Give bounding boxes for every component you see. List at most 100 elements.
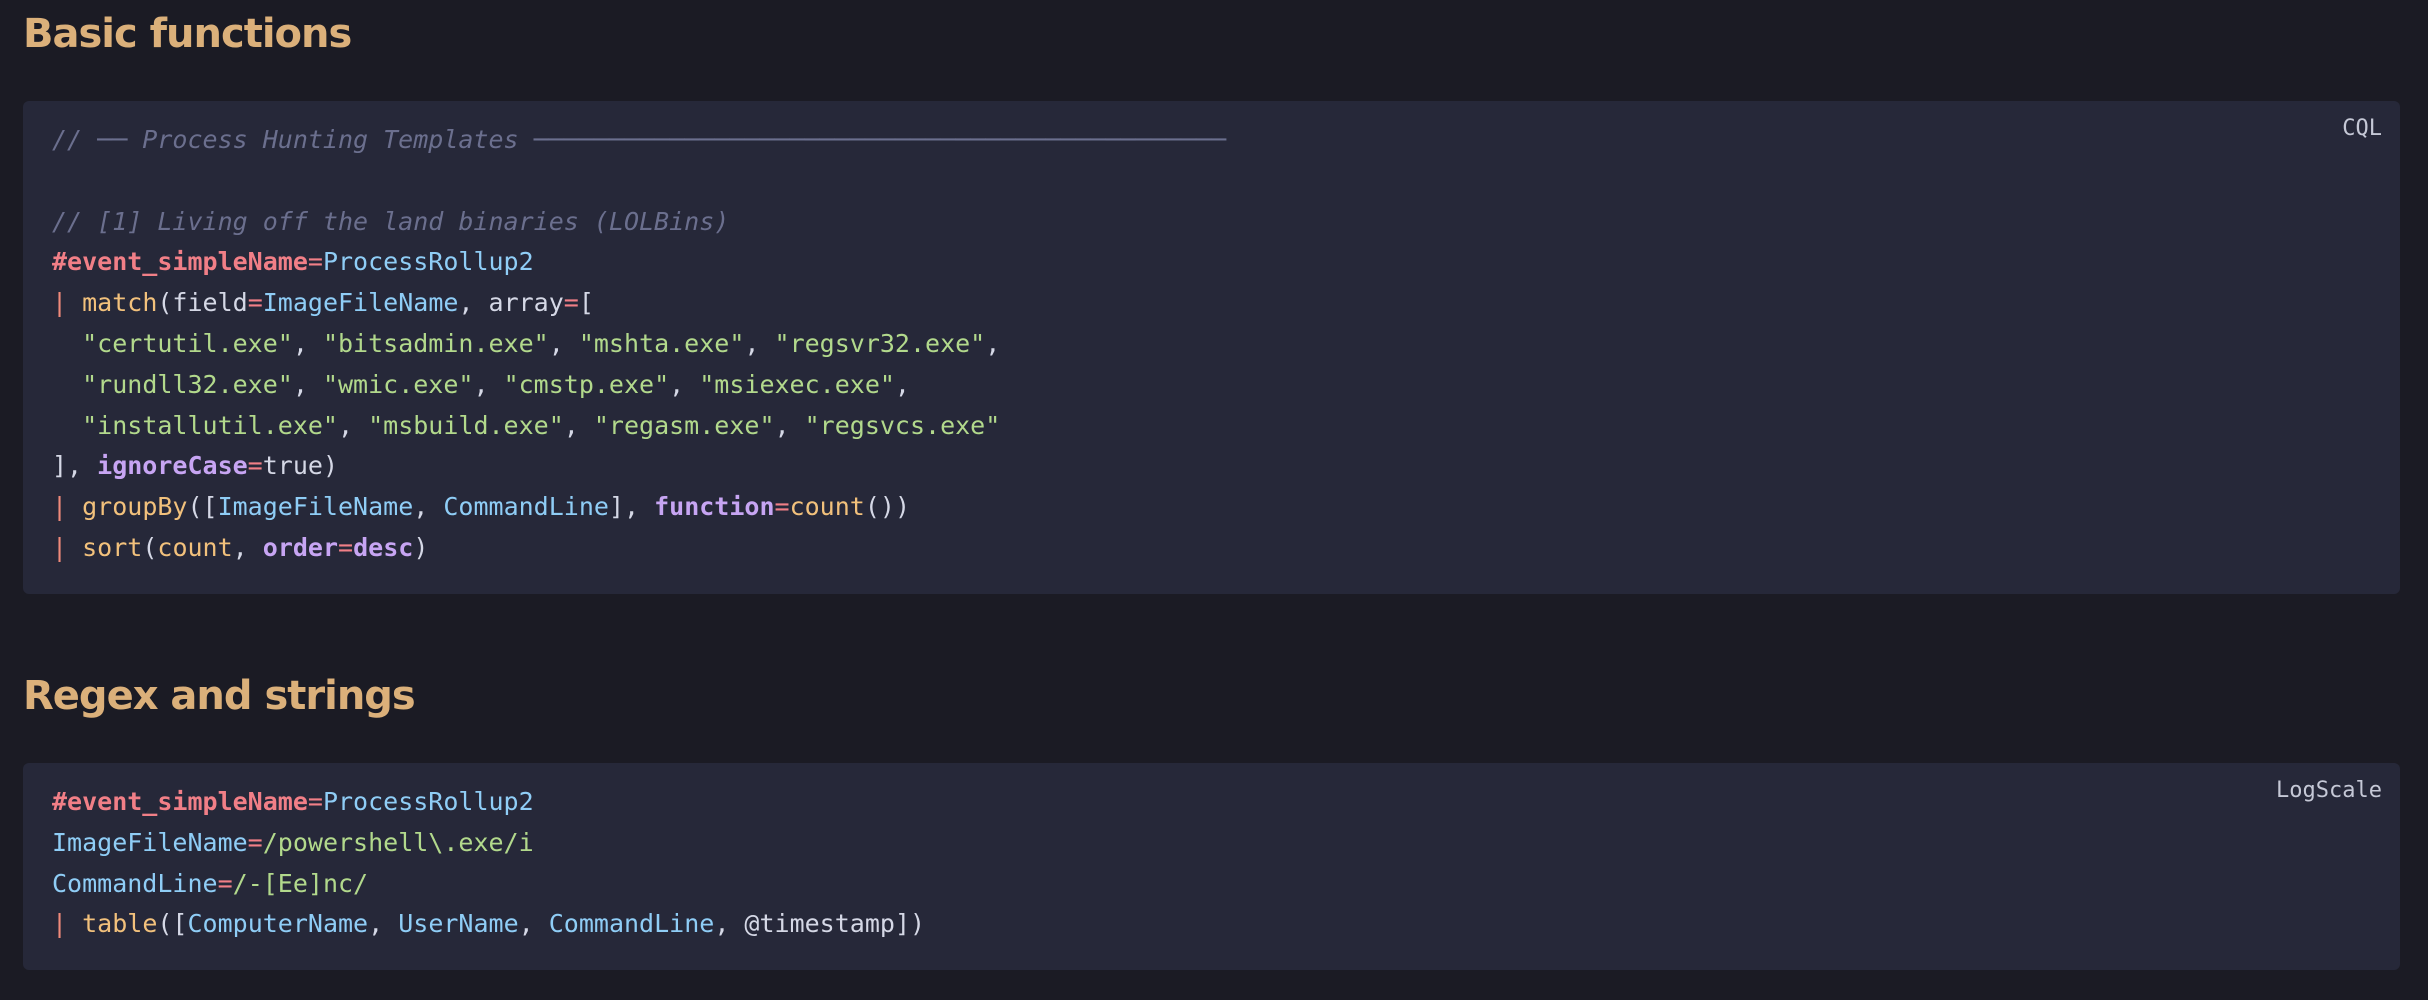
code-token: =: [307, 787, 323, 816]
code-token: CommandLine: [52, 868, 218, 898]
code-token: ],: [52, 451, 98, 481]
code-block-basic-functions: CQL // ── Process Hunting Templates ────…: [23, 101, 2400, 594]
code-token: #event_simpleName: [52, 787, 308, 816]
code-token: ,: [563, 410, 594, 440]
code-token: #event_simpleName: [52, 247, 308, 277]
code-token: ProcessRollup2: [322, 247, 534, 277]
code-token: ,: [413, 492, 444, 522]
code-line: "installutil.exe", "msbuild.exe", "regas…: [52, 411, 1000, 440]
language-label: LogScale: [2276, 778, 2382, 803]
code-token: "msiexec.exe": [699, 369, 895, 399]
code-token: =: [774, 492, 790, 522]
code-token: table: [82, 909, 158, 939]
code-content: // ── Process Hunting Templates ────────…: [52, 120, 1226, 569]
code-token: [: [578, 288, 594, 318]
section-heading-regex-and-strings: Regex and strings: [23, 673, 416, 719]
code-token: , @timestamp]): [714, 909, 926, 939]
code-token: |: [52, 909, 83, 939]
code-token: function: [654, 492, 775, 522]
code-token: CommandLine: [548, 909, 715, 939]
code-token: "rundll32.exe": [82, 369, 293, 399]
code-token: order: [262, 532, 339, 562]
code-token: ,: [292, 369, 323, 399]
code-line: ImageFileName=/powershell\.exe/i: [52, 828, 534, 857]
code-line: | match(field=ImageFileName, array=[: [52, 288, 594, 317]
code-token: UserName: [398, 909, 519, 939]
code-token: |: [52, 532, 83, 562]
code-token: ,: [473, 369, 504, 399]
code-token: true): [262, 451, 338, 481]
code-token: "regsvcs.exe": [804, 410, 1001, 440]
code-token: ([: [157, 909, 188, 939]
code-token: ImageFileName: [262, 288, 459, 318]
code-token: (field: [157, 288, 248, 318]
code-token: "msbuild.exe": [368, 410, 564, 440]
code-token: ignoreCase: [97, 451, 248, 481]
code-token: ],: [608, 492, 655, 522]
code-token: /powershell\.exe/i: [262, 827, 534, 857]
code-token: "regsvr32.exe": [774, 328, 986, 358]
code-token: ): [413, 532, 429, 562]
code-token: ,: [774, 410, 805, 440]
code-token: match: [82, 288, 158, 318]
code-content: #event_simpleName=ProcessRollup2 ImageFi…: [52, 782, 925, 945]
code-token: ([: [187, 492, 218, 522]
code-token: "installutil.exe": [82, 410, 338, 440]
code-token: ImageFileName: [52, 827, 248, 857]
code-token: =: [217, 868, 233, 898]
code-token: |: [52, 288, 83, 318]
code-token: ,: [548, 328, 579, 358]
code-token: ,: [232, 532, 263, 562]
code-token: ,: [292, 328, 323, 358]
code-token: ImageFileName: [217, 492, 414, 522]
section-heading-basic-functions: Basic functions: [23, 11, 352, 57]
code-token: count: [157, 532, 233, 562]
code-token: ,: [744, 328, 775, 358]
code-token: ,: [337, 410, 369, 440]
code-token: ,: [669, 369, 700, 399]
code-token: =: [247, 827, 263, 857]
code-line: #event_simpleName=ProcessRollup2: [52, 787, 534, 816]
code-token: ComputerName: [187, 909, 369, 939]
code-line: ], ignoreCase=true): [52, 451, 338, 480]
code-line: // ── Process Hunting Templates ────────…: [52, 125, 1226, 154]
code-line: #event_simpleName=ProcessRollup2: [52, 247, 534, 276]
code-token: "regasm.exe": [593, 410, 775, 440]
code-token: "cmstp.exe": [503, 369, 670, 399]
language-label: CQL: [2342, 116, 2382, 141]
code-token: "mshta.exe": [578, 328, 745, 358]
code-token: ProcessRollup2: [322, 787, 534, 816]
code-token: groupBy: [82, 492, 188, 522]
code-token: (: [142, 532, 158, 562]
code-token: desc: [353, 532, 414, 562]
code-token: ,: [985, 328, 1001, 358]
code-line: | groupBy([ImageFileName, CommandLine], …: [52, 492, 910, 521]
code-token: =: [563, 288, 579, 318]
code-token: ,: [894, 369, 910, 399]
code-token: =: [247, 451, 263, 481]
code-token: /-[Ee]nc/: [232, 868, 369, 898]
code-line: CommandLine=/-[Ee]nc/: [52, 869, 368, 898]
code-token: "wmic.exe": [322, 369, 474, 399]
code-token: "certutil.exe": [82, 328, 293, 358]
code-token: count: [789, 492, 865, 522]
code-token: ()): [864, 492, 910, 522]
code-line: // [1] Living off the land binaries (LOL…: [52, 207, 729, 236]
code-line: "certutil.exe", "bitsadmin.exe", "mshta.…: [52, 329, 1000, 358]
code-token: "bitsadmin.exe": [322, 328, 549, 358]
code-token: , array: [458, 288, 564, 318]
code-token: // [1] Living off the land binaries (LOL…: [52, 206, 730, 236]
code-token: ,: [518, 909, 549, 939]
code-token: =: [307, 247, 323, 277]
code-line: | sort(count, order=desc): [52, 533, 428, 562]
code-token: sort: [82, 532, 143, 562]
code-token: // ── Process Hunting Templates ────────…: [52, 125, 1226, 154]
code-token: |: [52, 492, 83, 522]
code-token: =: [338, 532, 354, 562]
code-line: | table([ComputerName, UserName, Command…: [52, 909, 925, 938]
code-token: =: [247, 288, 263, 318]
code-token: CommandLine: [443, 492, 609, 522]
